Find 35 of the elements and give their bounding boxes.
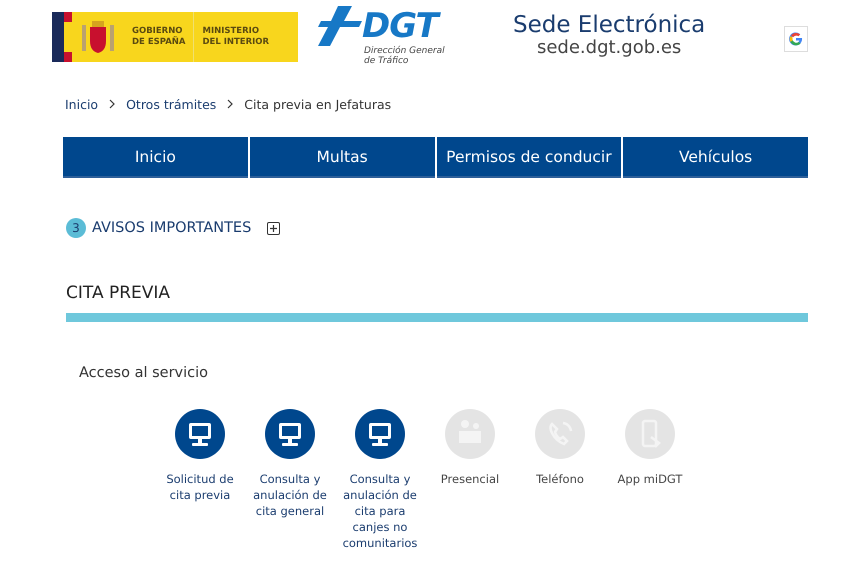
service-link[interactable]: Consulta y anulación de cita general (245, 409, 335, 551)
nav-tab[interactable]: Inicio (63, 137, 248, 178)
nav-tab[interactable]: Vehículos (623, 137, 808, 178)
government-text: DE ESPAÑA (132, 37, 186, 48)
service-link[interactable]: Consulta y anulación de cita para canjes no comunitarios (335, 409, 425, 551)
access-title: Acceso al servicio (79, 365, 210, 381)
notice-count: 3 (66, 218, 86, 238)
dgt-subtitle: de Tráfico (364, 56, 410, 66)
expand-button[interactable] (267, 222, 280, 234)
google-translate-button[interactable] (784, 26, 808, 52)
nav-tab[interactable]: Multas (250, 137, 434, 178)
chevron-icon (226, 99, 234, 109)
plus-icon (269, 224, 278, 232)
ministry-text: MINISTERIO (202, 26, 260, 37)
site-url: sede.dgt.gob.es (536, 38, 682, 58)
computer-icon (265, 409, 315, 459)
office-icon (445, 409, 495, 459)
google-icon (788, 31, 804, 47)
computer-icon (355, 409, 405, 459)
breadcrumb-link[interactable]: Otros trámites (126, 96, 216, 112)
phone-icon (535, 409, 585, 459)
chevron-icon (108, 99, 116, 109)
ministry-text: DEL INTERIOR (202, 37, 270, 48)
site-title: Sede Electrónica (513, 12, 706, 38)
section-title: CITA PREVIA (66, 283, 172, 303)
cross-logo-icon (318, 6, 362, 46)
computer-icon (175, 409, 225, 459)
breadcrumb-link[interactable]: Inicio (65, 96, 98, 112)
government-text: GOBIERNO (132, 26, 184, 36)
app-icon (625, 409, 675, 459)
nav-tab[interactable]: Permisos de conducir (436, 137, 622, 178)
service-link[interactable]: Solicitud de cita previa (155, 409, 245, 551)
dgt-subtitle: Dirección General (364, 46, 446, 56)
notices-title: AVISOS IMPORTANTES (92, 220, 252, 236)
breadcrumb-link[interactable]: Cita previa en Jefaturas (244, 96, 392, 112)
